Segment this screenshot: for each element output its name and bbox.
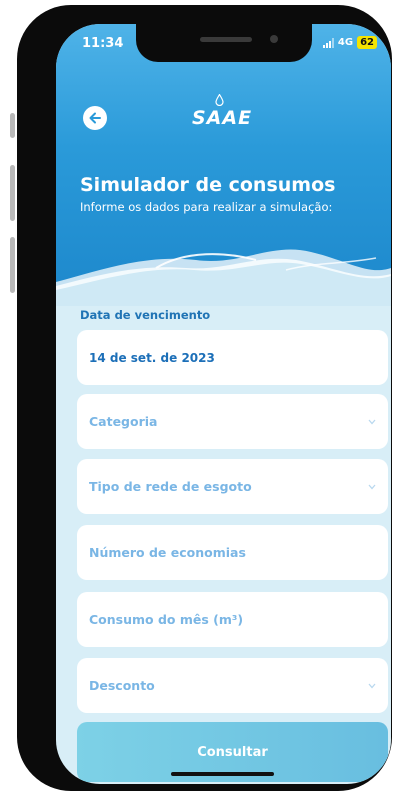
network-type: 4G bbox=[337, 37, 354, 48]
app-logo: SAAE bbox=[192, 107, 253, 129]
volume-down-button bbox=[10, 237, 15, 293]
notch bbox=[136, 24, 312, 62]
sewer-type-placeholder: Tipo de rede de esgoto bbox=[89, 479, 252, 494]
due-date-label: Data de vencimento bbox=[80, 308, 211, 322]
due-date-value: 14 de set. de 2023 bbox=[89, 350, 215, 365]
category-select[interactable]: Categoria bbox=[77, 394, 388, 449]
discount-placeholder: Desconto bbox=[89, 678, 155, 693]
status-indicators: 4G 62 bbox=[322, 36, 377, 49]
discount-select[interactable]: Desconto bbox=[77, 658, 388, 713]
economies-placeholder: Número de economias bbox=[89, 545, 246, 560]
economies-input[interactable]: Número de economias bbox=[77, 525, 388, 580]
status-time: 11:34 bbox=[82, 36, 124, 51]
arrow-left-icon bbox=[89, 112, 101, 124]
consumption-input[interactable]: Consumo do mês (m³) bbox=[77, 592, 388, 647]
signal-icon bbox=[322, 37, 334, 48]
chevron-down-icon bbox=[368, 419, 376, 424]
phone-frame: 11:34 4G 62 SAAE Simulador de consumos I… bbox=[17, 5, 392, 791]
home-indicator bbox=[171, 772, 274, 776]
due-date-field[interactable]: 14 de set. de 2023 bbox=[77, 330, 388, 385]
wave-decoration bbox=[56, 249, 391, 306]
page-subtitle: Informe os dados para realizar a simulaç… bbox=[80, 200, 333, 214]
chevron-down-icon bbox=[368, 683, 376, 688]
speaker-icon bbox=[200, 37, 252, 42]
water-drop-icon bbox=[215, 94, 224, 106]
app-screen: 11:34 4G 62 SAAE Simulador de consumos I… bbox=[56, 24, 391, 784]
page-title: Simulador de consumos bbox=[80, 174, 336, 196]
volume-up-button bbox=[10, 165, 15, 221]
mute-switch bbox=[10, 113, 15, 138]
chevron-down-icon bbox=[368, 484, 376, 489]
sewer-type-select[interactable]: Tipo de rede de esgoto bbox=[77, 459, 388, 514]
back-button[interactable] bbox=[83, 106, 107, 130]
consumption-placeholder: Consumo do mês (m³) bbox=[89, 612, 244, 627]
camera-icon bbox=[270, 35, 278, 43]
category-placeholder: Categoria bbox=[89, 414, 158, 429]
battery-indicator: 62 bbox=[357, 36, 377, 49]
